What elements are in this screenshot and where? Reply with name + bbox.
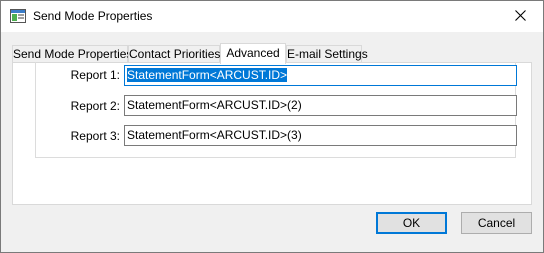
cancel-button[interactable]: Cancel (461, 212, 532, 234)
tab-send-mode-properties[interactable]: Send Mode Properties (12, 45, 132, 63)
tab-strip: Send Mode Properties Contact Priorities … (12, 43, 534, 64)
report-2-label: Report 2: (70, 99, 120, 113)
report-3-value: StatementForm<ARCUST.ID>(3) (127, 128, 302, 142)
close-button[interactable] (497, 1, 543, 32)
advanced-tab-panel: Report 1: StatementForm<ARCUST.ID> Repor… (12, 62, 532, 205)
tab-advanced[interactable]: Advanced (220, 43, 286, 64)
tab-email-settings[interactable]: E-mail Settings (286, 45, 368, 63)
dialog-window: Send Mode Properties Send Mode Propertie… (0, 0, 544, 253)
report-3-field[interactable]: StatementForm<ARCUST.ID>(3) (124, 125, 517, 146)
tab-contact-priorities[interactable]: Contact Priorities (128, 45, 220, 63)
report-2-value: StatementForm<ARCUST.ID>(2) (127, 98, 302, 112)
window-title: Send Mode Properties (33, 9, 153, 23)
report-1-value: StatementForm<ARCUST.ID> (127, 68, 288, 82)
close-icon (514, 9, 526, 24)
report-1-label: Report 1: (70, 68, 120, 82)
title-bar[interactable]: Send Mode Properties (1, 1, 543, 32)
report-1-field[interactable]: StatementForm<ARCUST.ID> (124, 65, 517, 86)
reports-group-box: Report 1: StatementForm<ARCUST.ID> Repor… (35, 62, 517, 158)
report-2-field[interactable]: StatementForm<ARCUST.ID>(2) (124, 95, 517, 116)
app-window-icon (10, 9, 26, 23)
ok-button[interactable]: OK (376, 212, 447, 234)
report-3-label: Report 3: (70, 129, 120, 143)
